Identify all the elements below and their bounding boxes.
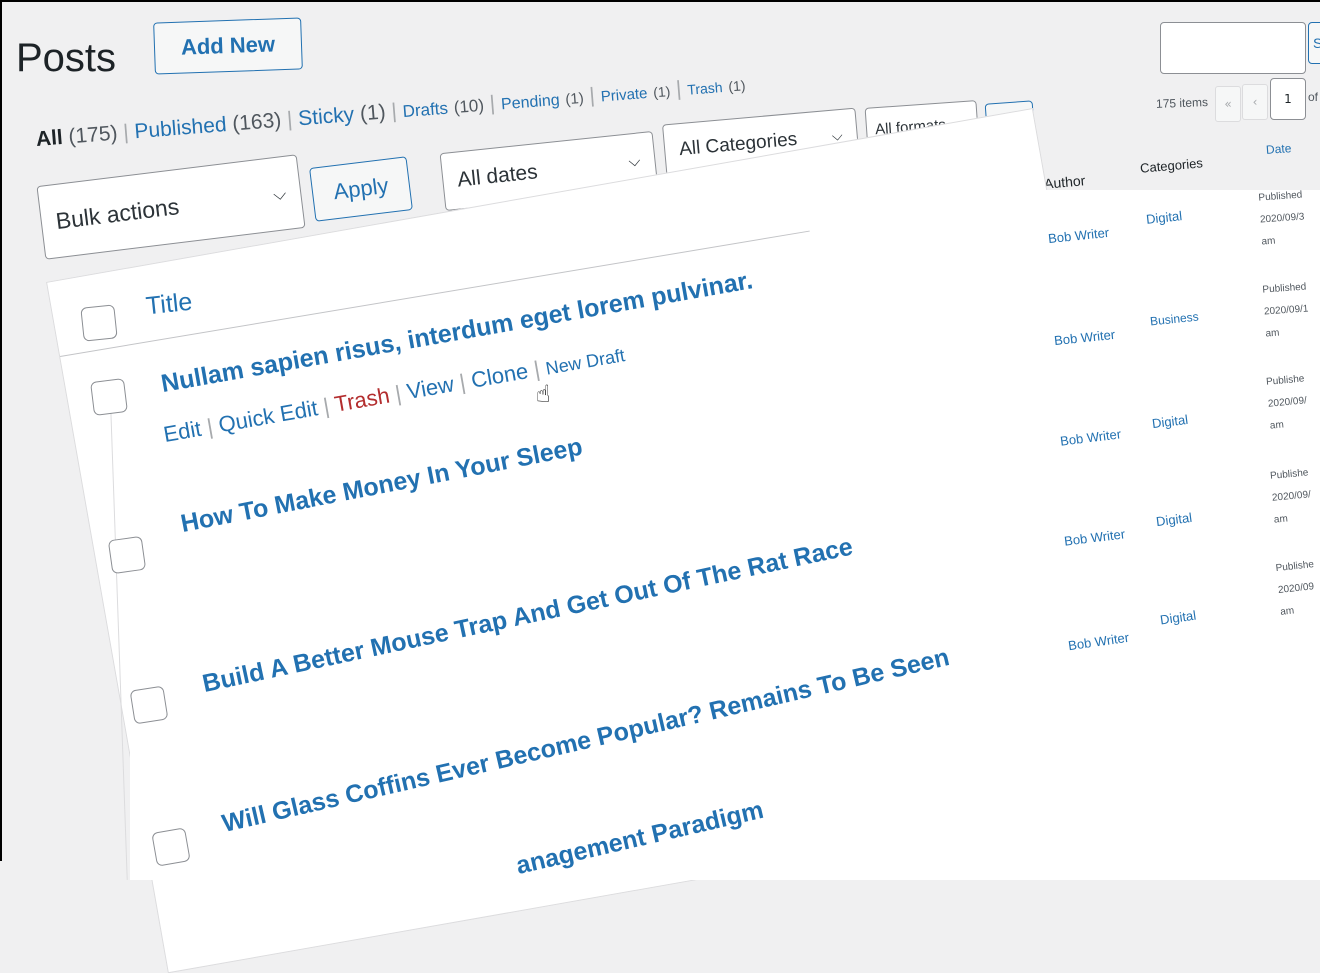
- add-new-button[interactable]: Add New: [153, 17, 303, 75]
- filter-all[interactable]: All: [35, 126, 64, 151]
- post-status: Published: [1262, 281, 1307, 296]
- post-time: am: [1269, 419, 1285, 432]
- items-count: 175 items: [1155, 95, 1209, 111]
- filter-sticky-count: (1): [359, 100, 387, 126]
- chevron-down-icon: ⌵: [271, 182, 288, 204]
- date-cell: Published 2020/09/1 am: [1262, 277, 1311, 346]
- date-cell: Publishe 2020/09 am: [1275, 554, 1320, 624]
- page-title: Posts: [16, 36, 117, 80]
- search-button-label: S: [1313, 35, 1320, 51]
- filter-private-count: (1): [652, 83, 671, 101]
- chevron-down-icon: ⌵: [627, 152, 642, 171]
- post-date: 2020/09/: [1271, 489, 1312, 504]
- edit-link[interactable]: Edit: [161, 416, 203, 447]
- bulk-actions-value: Bulk actions: [54, 192, 181, 234]
- filter-published-count: (163): [231, 108, 283, 136]
- filter-sticky[interactable]: Sticky: [297, 103, 355, 130]
- post-time: am: [1261, 235, 1276, 248]
- search-button[interactable]: S: [1308, 22, 1320, 64]
- filter-pending-count: (1): [564, 89, 585, 109]
- first-page-button[interactable]: «: [1215, 86, 1241, 122]
- date-cell: Publishe 2020/09/ am: [1265, 368, 1310, 437]
- search-input[interactable]: [1160, 22, 1306, 74]
- prev-page-icon: ‹: [1252, 95, 1258, 109]
- row-checkbox[interactable]: [107, 535, 147, 575]
- post-time: am: [1273, 513, 1289, 526]
- dates-value: All dates: [456, 160, 539, 192]
- post-date: 2020/09: [1277, 581, 1315, 596]
- filter-trash[interactable]: Trash: [687, 79, 723, 98]
- filter-drafts[interactable]: Drafts: [402, 99, 449, 121]
- filter-pending[interactable]: Pending: [500, 92, 560, 114]
- filter-trash-count: (1): [727, 77, 747, 95]
- filter-all-count: (175): [67, 121, 119, 149]
- current-page-value: 1: [1284, 92, 1292, 106]
- post-time: am: [1265, 327, 1280, 340]
- post-time: am: [1279, 605, 1295, 618]
- row-checkbox[interactable]: [129, 685, 169, 725]
- date-cell: Published 2020/09/3 am: [1258, 185, 1307, 254]
- post-status: Published: [1258, 189, 1303, 204]
- filter-drafts-count: (10): [453, 95, 485, 118]
- first-page-icon: «: [1224, 97, 1232, 111]
- post-date: 2020/09/: [1267, 395, 1308, 410]
- post-date: 2020/09/3: [1259, 211, 1305, 226]
- column-title[interactable]: Title: [145, 288, 194, 322]
- column-date[interactable]: Date: [1266, 141, 1292, 157]
- prev-page-button[interactable]: ‹: [1242, 84, 1268, 120]
- select-all-checkbox[interactable]: [80, 304, 118, 342]
- date-cell: Publishe 2020/09/ am: [1269, 462, 1314, 531]
- page-of-label: of: [1308, 90, 1319, 104]
- current-page-input[interactable]: 1: [1270, 78, 1306, 120]
- row-checkbox[interactable]: [90, 378, 128, 416]
- hand-cursor-icon: ☝: [536, 380, 551, 408]
- filter-private[interactable]: Private: [600, 85, 648, 106]
- post-date: 2020/09/1: [1263, 303, 1309, 318]
